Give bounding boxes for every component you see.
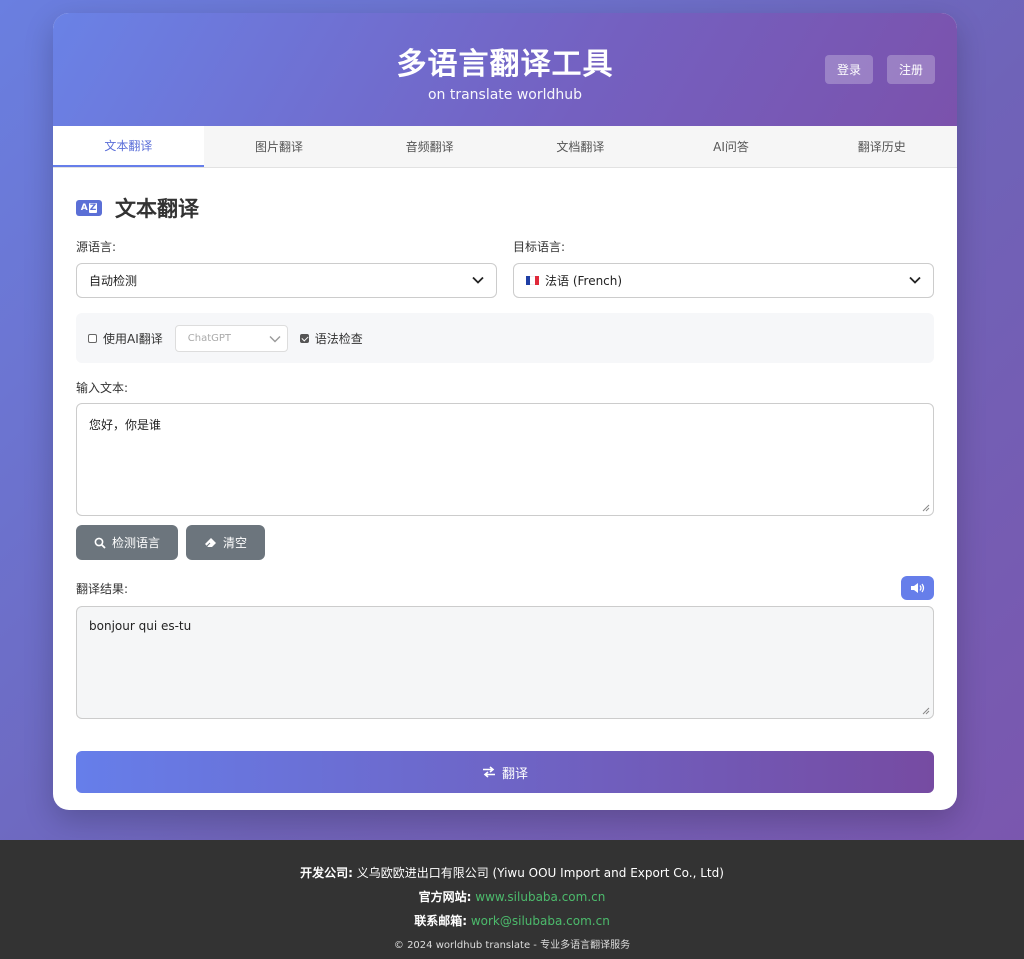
footer-company: 开发公司: 义乌欧欧进出口有限公司 (Yiwu OOU Import and E… (0, 864, 1024, 881)
translate-button-label: 翻译 (501, 766, 528, 782)
login-button[interactable]: 登录 (824, 55, 873, 84)
tab-history[interactable]: 翻译历史 (806, 126, 957, 167)
chevron-down-icon (472, 276, 484, 284)
use-ai-label: 使用AI翻译 (103, 331, 163, 346)
tab-document-translate[interactable]: 文档翻译 (505, 126, 656, 167)
clear-label: 清空 (223, 536, 248, 550)
tab-audio-translate[interactable]: 音频翻译 (354, 126, 505, 167)
result-text-value: bonjour qui es-tu (89, 619, 192, 633)
speaker-icon (910, 583, 924, 593)
language-row: 源语言: 自动检测 目标语言: 法语 (French) (76, 238, 934, 298)
input-text-value: 您好，你是谁 (89, 418, 162, 432)
options-bar: 使用AI翻译 ChatGPT 语法检查 (76, 313, 934, 363)
footer-company-value: 义乌欧欧进出口有限公司 (Yiwu OOU Import and Export … (356, 866, 724, 880)
source-language-group: 源语言: 自动检测 (76, 238, 497, 298)
footer-company-key: 开发公司: (300, 866, 353, 880)
speak-button[interactable] (901, 576, 934, 600)
swap-arrows-icon (482, 766, 495, 778)
footer-website-link[interactable]: www.silubaba.com.cn (475, 890, 605, 904)
app-card: 多语言翻译工具 on translate worldhub 登录 注册 文本翻译… (53, 13, 957, 810)
ai-model-select[interactable]: ChatGPT (174, 324, 288, 352)
use-ai-option[interactable]: 使用AI翻译 (88, 330, 163, 347)
source-language-select[interactable]: 自动检测 (76, 263, 497, 298)
result-label: 翻译结果: (76, 582, 129, 596)
auth-buttons: 登录 注册 (824, 55, 935, 84)
input-actions: 检测语言 清空 (76, 525, 934, 560)
result-header: 翻译结果: (76, 576, 934, 600)
section-heading: AZ 文本翻译 (76, 195, 934, 221)
grammar-check-checkbox[interactable] (299, 333, 309, 343)
target-language-value: 法语 (French) (545, 274, 623, 288)
section-title: 文本翻译 (115, 197, 199, 221)
main-content: AZ 文本翻译 源语言: 自动检测 目标语言: 法语 (French) 使用AI… (53, 195, 957, 793)
target-language-select[interactable]: 法语 (French) (513, 263, 934, 298)
ai-model-value: ChatGPT (187, 332, 232, 344)
app-header: 多语言翻译工具 on translate worldhub 登录 注册 (53, 13, 957, 126)
input-textarea[interactable]: 您好，你是谁 (76, 403, 934, 516)
app-title: 多语言翻译工具 (396, 47, 614, 82)
grammar-check-option[interactable]: 语法检查 (299, 330, 363, 347)
footer-email: 联系邮箱: work@silubaba.com.cn (0, 912, 1024, 929)
page-footer: 开发公司: 义乌欧欧进出口有限公司 (Yiwu OOU Import and E… (0, 840, 1024, 959)
footer-email-key: 联系邮箱: (414, 914, 467, 928)
detect-language-button[interactable]: 检测语言 (76, 525, 179, 560)
register-button[interactable]: 注册 (886, 55, 935, 84)
footer-website: 官方网站: www.silubaba.com.cn (0, 888, 1024, 905)
resize-grip-icon[interactable] (920, 502, 930, 512)
chevron-down-icon (269, 335, 281, 342)
footer-copyright: © 2024 worldhub translate - 专业多语言翻译服务 (393, 940, 631, 951)
source-language-label: 源语言: (76, 240, 117, 254)
tab-ai-qa[interactable]: AI问答 (656, 126, 807, 167)
tab-text-translate[interactable]: 文本翻译 (53, 126, 204, 167)
tab-image-translate[interactable]: 图片翻译 (204, 126, 355, 167)
footer-website-key: 官方网站: (418, 890, 472, 904)
source-language-value: 自动检测 (89, 274, 138, 288)
result-textarea[interactable]: bonjour qui es-tu (76, 606, 934, 719)
translate-az-icon: AZ (76, 200, 102, 216)
app-subtitle: on translate worldhub (427, 87, 583, 103)
use-ai-checkbox[interactable] (88, 333, 97, 343)
grammar-check-label: 语法检查 (314, 331, 363, 346)
tab-bar: 文本翻译 图片翻译 音频翻译 文档翻译 AI问答 翻译历史 (53, 126, 957, 168)
chevron-down-icon (909, 276, 921, 284)
detect-language-label: 检测语言 (112, 536, 161, 550)
search-icon (94, 537, 106, 549)
resize-grip-icon[interactable] (920, 705, 930, 715)
target-language-group: 目标语言: 法语 (French) (513, 238, 934, 298)
clear-button[interactable]: 清空 (186, 525, 266, 560)
input-text-label: 输入文本: (76, 381, 129, 395)
translate-button[interactable]: 翻译 (76, 751, 934, 793)
eraser-icon (205, 538, 217, 547)
footer-email-link[interactable]: work@silubaba.com.cn (471, 914, 610, 928)
target-language-label: 目标语言: (513, 240, 566, 254)
french-flag-icon (526, 276, 539, 285)
